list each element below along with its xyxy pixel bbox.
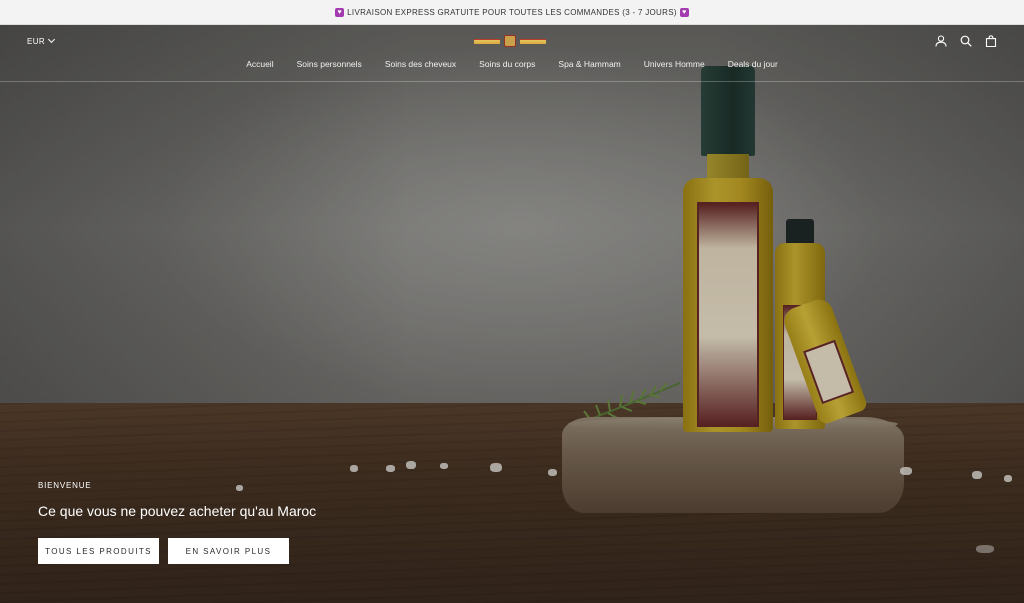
nav-item-univers-homme[interactable]: Univers Homme	[644, 59, 705, 69]
all-products-button[interactable]: TOUS LES PRODUITS	[38, 538, 159, 564]
search-icon[interactable]	[960, 35, 972, 47]
header-icons	[935, 35, 997, 47]
nav-item-accueil[interactable]: Accueil	[246, 59, 273, 69]
chevron-down-icon	[48, 35, 56, 44]
site-logo[interactable]	[474, 35, 550, 47]
heart-icon: ♥	[679, 7, 689, 17]
announcement-bar: ♥ LIVRAISON EXPRESS GRATUITE POUR TOUTES…	[0, 0, 1024, 25]
learn-more-button[interactable]: EN SAVOIR PLUS	[168, 538, 289, 564]
nav-item-soins-du-corps[interactable]: Soins du corps	[479, 59, 535, 69]
nav-item-deals-du-jour[interactable]: Deals du jour	[728, 59, 778, 69]
currency-selector[interactable]: EUR	[27, 35, 56, 46]
announcement-text: LIVRAISON EXPRESS GRATUITE POUR TOUTES L…	[347, 7, 677, 17]
hero-kicker: BIENVENUE	[38, 481, 92, 490]
logo-mark-icon	[504, 35, 516, 47]
currency-label: EUR	[27, 37, 46, 46]
hero-headline: Ce que vous ne pouvez acheter qu'au Maro…	[38, 503, 317, 519]
heart-icon: ♥	[335, 7, 345, 17]
cart-icon[interactable]	[985, 35, 997, 47]
main-nav: Accueil Soins personnels Soins des cheve…	[0, 59, 1024, 69]
nav-item-soins-des-cheveux[interactable]: Soins des cheveux	[385, 59, 456, 69]
nav-item-spa-hammam[interactable]: Spa & Hammam	[558, 59, 620, 69]
site-header: EUR Accueil Soins personnels Soins des c…	[0, 25, 1024, 82]
account-icon[interactable]	[935, 35, 947, 47]
nav-item-soins-personnels[interactable]: Soins personnels	[297, 59, 362, 69]
